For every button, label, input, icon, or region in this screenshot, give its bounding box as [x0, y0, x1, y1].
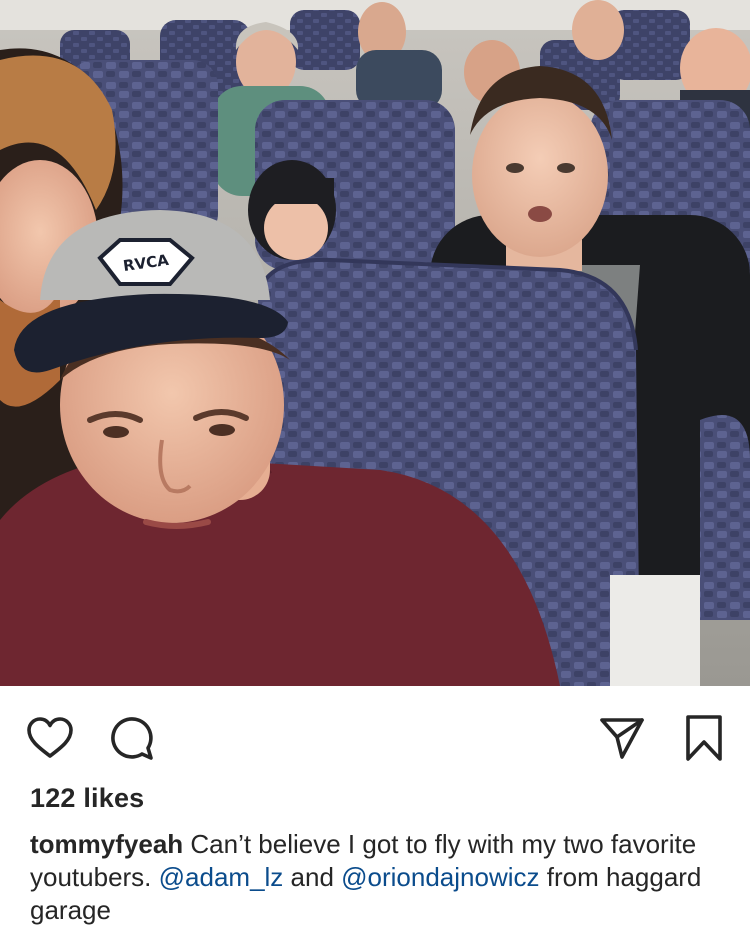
mention-link[interactable]: @oriondajnowicz [341, 862, 539, 892]
post-photo[interactable]: RVCA [0, 0, 750, 686]
post-caption: tommyfyeah Can’t believe I got to fly wi… [30, 828, 730, 927]
caption-text: and [283, 862, 342, 892]
caption-username[interactable]: tommyfyeah [30, 829, 183, 859]
share-button[interactable] [596, 712, 648, 764]
post-action-bar [0, 686, 750, 782]
save-button[interactable] [678, 712, 730, 764]
bookmark-icon [684, 714, 724, 762]
comment-bubble-icon [109, 715, 155, 761]
airplane-selfie-image: RVCA [0, 0, 750, 686]
mention-link[interactable]: @adam_lz [159, 862, 284, 892]
instagram-post: RVCA 122 likes tommyfyeah Can’t believe … [0, 0, 750, 934]
like-button[interactable] [24, 712, 76, 764]
likes-count[interactable]: 122 likes [30, 783, 144, 814]
paper-plane-icon [598, 716, 646, 760]
heart-icon [26, 716, 74, 760]
comment-button[interactable] [106, 712, 158, 764]
